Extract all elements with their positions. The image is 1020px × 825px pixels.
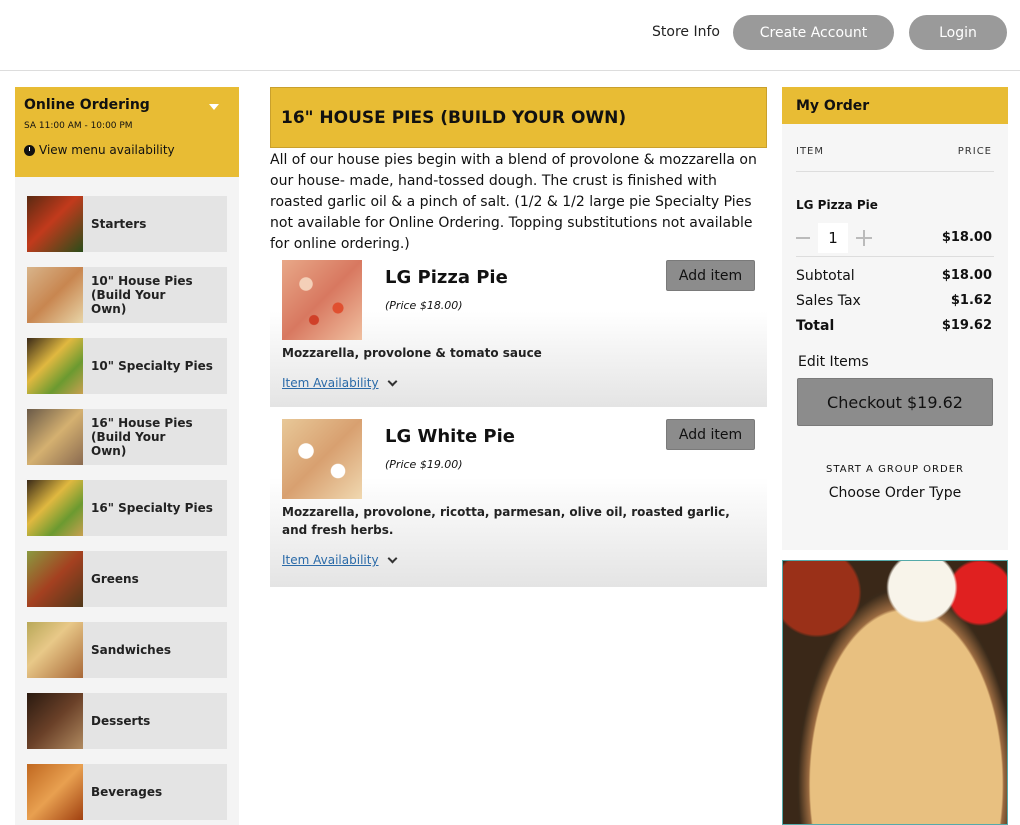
menu-content: 16" HOUSE PIES (BUILD YOUR OWN) All of o… [270,87,767,587]
sidebar-title: Online Ordering [24,97,150,113]
category-label: Beverages [91,785,163,799]
item-photo[interactable] [282,419,362,499]
category-starters[interactable]: Starters [27,196,227,252]
plus-icon[interactable] [856,229,872,246]
divider [796,256,994,257]
order-type-link[interactable]: Choose Order Type [782,485,1008,501]
menu-item: LG White Pie (Price $19.00) Add item Moz… [270,419,767,587]
order-panel: My Order ITEM PRICE LG Pizza Pie 1 $18.0… [782,87,1008,550]
category-label: 10" House Pies (Build Your Own) [91,274,193,316]
order-column-headers: ITEM PRICE [782,124,1008,157]
online-ordering-header[interactable]: Online Ordering SA 11:00 AM - 10:00 PM V… [15,87,239,177]
minus-icon[interactable] [796,236,810,239]
category-thumbnail [27,764,83,820]
quantity-value[interactable]: 1 [818,222,848,253]
category-thumbnail [27,267,83,323]
category-greens[interactable]: Greens [27,551,227,607]
item-name[interactable]: LG White Pie [385,426,515,447]
item-availability-link[interactable]: Item Availability [282,553,397,567]
item-price: (Price $18.00) [385,299,463,312]
category-beverages[interactable]: Beverages [27,764,227,820]
clock-icon [24,144,35,156]
category-label: Desserts [91,714,151,728]
menu-sidebar: Online Ordering SA 11:00 AM - 10:00 PM V… [15,87,239,825]
category-title: 16" HOUSE PIES (BUILD YOUR OWN) [270,87,767,148]
subtotal-value: $18.00 [941,268,992,283]
category-16-house-pies[interactable]: 16" House Pies (Build Your Own) [27,409,227,465]
caret-down-icon[interactable] [209,104,219,110]
item-photo[interactable] [282,260,362,340]
promo-pizza-image [782,560,1008,825]
quantity-stepper: 1 $18.00 [782,212,1008,253]
category-label: 10" Specialty Pies [91,359,213,373]
item-description: Mozzarella, provolone & tomato sauce [282,346,542,360]
chevron-down-icon [387,553,397,563]
category-thumbnail [27,409,83,465]
category-sandwiches[interactable]: Sandwiches [27,622,227,678]
category-label: 16" House Pies (Build Your Own) [91,416,193,458]
login-button[interactable]: Login [909,15,1007,50]
category-thumbnail [27,480,83,536]
category-thumbnail [27,196,83,252]
item-availability-label: Item Availability [282,376,379,390]
line-item-price: $18.00 [941,230,992,245]
edit-items-link[interactable]: Edit Items [782,338,1008,370]
category-label: Starters [91,217,147,231]
category-label: Greens [91,572,139,586]
category-thumbnail [27,693,83,749]
checkout-button[interactable]: Checkout $19.62 [797,378,993,426]
category-thumbnail [27,622,83,678]
item-description: Mozzarella, provolone, ricotta, parmesan… [282,505,730,537]
total-row: Total $19.62 [782,313,1008,338]
chevron-down-icon [387,376,397,386]
column-item: ITEM [796,146,825,157]
menu-item: LG Pizza Pie (Price $18.00) Add item Moz… [270,260,767,407]
item-price: (Price $19.00) [385,458,463,471]
category-10-specialty-pies[interactable]: 10" Specialty Pies [27,338,227,394]
tax-row: Sales Tax $1.62 [782,288,1008,313]
tax-value: $1.62 [950,293,992,308]
category-label: Sandwiches [91,643,172,657]
group-order-link[interactable]: START A GROUP ORDER [782,464,1008,475]
site-header: Store Info Create Account Login [0,0,1020,71]
tax-label: Sales Tax [796,292,861,309]
total-label: Total [796,317,835,334]
line-item-name: LG Pizza Pie [796,198,878,212]
menu-availability-label: View menu availability [39,143,175,157]
item-availability-label: Item Availability [282,553,379,567]
create-account-button[interactable]: Create Account [733,15,894,50]
category-10-house-pies[interactable]: 10" House Pies (Build Your Own) [27,267,227,323]
category-label: 16" Specialty Pies [91,501,213,515]
category-thumbnail [27,551,83,607]
category-list: Starters 10" House Pies (Build Your Own)… [15,177,239,820]
category-16-specialty-pies[interactable]: 16" Specialty Pies [27,480,227,536]
category-thumbnail [27,338,83,394]
total-value: $19.62 [941,318,992,333]
add-item-button[interactable]: Add item [666,419,755,450]
order-title: My Order [782,87,1008,124]
subtotal-label: Subtotal [796,267,855,284]
menu-availability-link[interactable]: View menu availability [24,143,230,157]
store-hours: SA 11:00 AM - 10:00 PM [24,121,133,131]
category-desserts[interactable]: Desserts [27,693,227,749]
item-name[interactable]: LG Pizza Pie [385,267,508,288]
item-availability-link[interactable]: Item Availability [282,376,397,390]
category-description: All of our house pies begin with a blend… [270,152,757,252]
column-price: PRICE [957,146,992,157]
subtotal-row: Subtotal $18.00 [782,263,1008,288]
store-info-link[interactable]: Store Info [652,24,720,40]
add-item-button[interactable]: Add item [666,260,755,291]
